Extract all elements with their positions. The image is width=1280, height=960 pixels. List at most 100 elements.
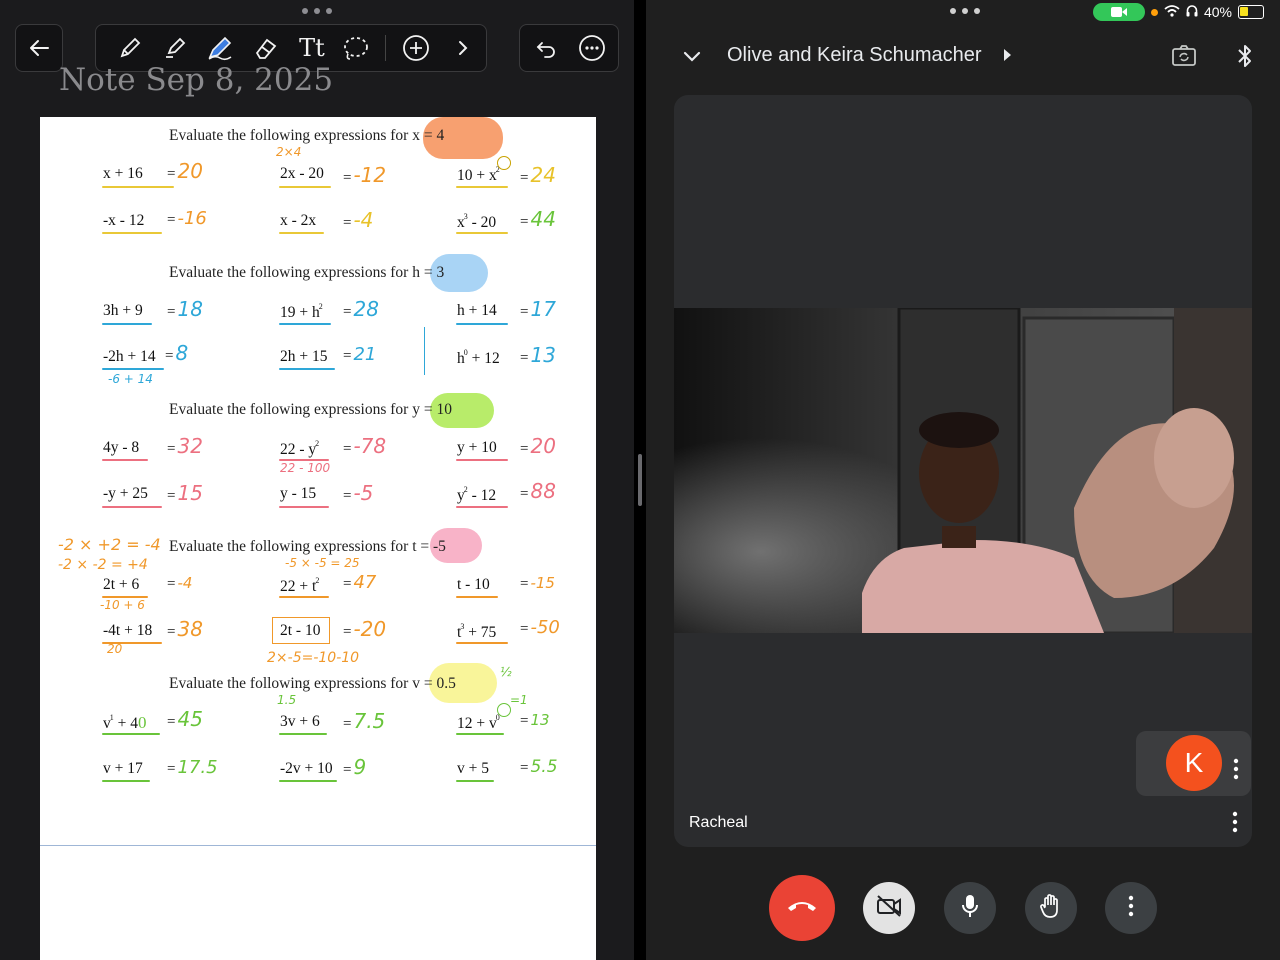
answer: = -50 [520,617,560,638]
handwritten-work: -5 × -5 = 25 [285,556,360,570]
more-vert-icon[interactable] [1233,758,1239,785]
mic-icon [959,893,981,924]
expression: t3 + 75 [457,622,497,641]
video-call-pane: 40% Olive and Keira Schumacher Racheal K [646,0,1280,960]
undo-icon[interactable] [526,25,566,71]
toolbar-divider [385,35,386,61]
answer: = -5 [343,481,374,505]
underline [279,232,324,234]
answer: = 44 [520,207,556,231]
battery-percent: 40% [1203,4,1232,20]
expression: y - 15 [280,485,317,502]
answer: = 13 [520,343,556,367]
raise-hand-icon [1039,892,1063,925]
status-bar: 40% [1092,2,1264,22]
underline [279,506,329,508]
battery-icon [1238,5,1264,19]
answer: = 18 [167,297,203,321]
wifi-icon [1164,4,1180,20]
avatar: K [1166,735,1222,791]
worksheet-page[interactable]: Evaluate the following expressions for x… [40,117,596,960]
bluetooth-icon[interactable] [1235,42,1255,75]
self-view-tile[interactable]: K [1136,731,1251,796]
multitasking-handle[interactable] [302,5,332,17]
expression: -4t + 18 [103,622,153,639]
camera-in-use-icon [1092,3,1145,21]
section-heading-x: Evaluate the following expressions for x… [169,127,445,144]
expression: x - 2x [280,212,317,229]
expression: h + 14 [457,302,497,319]
chevron-down-icon[interactable] [680,44,704,73]
expression: 2h + 15 [280,348,328,365]
multitasking-handle[interactable] [950,5,980,17]
camera-off-icon [875,894,903,923]
answer: = 9 [343,755,367,779]
switch-camera-icon[interactable] [1171,44,1197,73]
section-heading-y: Evaluate the following expressions for y… [169,401,452,418]
camera-toggle-button[interactable] [863,882,915,934]
more-options-button[interactable] [1105,882,1157,934]
answer: = 24 [520,163,556,187]
underline [456,733,504,735]
expression: 2x - 20 [280,165,324,182]
answer: = 5.5 [520,757,558,777]
handwritten-work: 22 - 100 [280,461,331,475]
answer: = 38 [167,617,203,641]
answer: = 88 [520,479,556,503]
underline [456,596,498,598]
answer: = 32 [167,434,203,458]
expression: h0 + 12 [457,348,500,367]
add-icon[interactable] [396,25,436,71]
underline [279,186,331,188]
back-button[interactable] [15,24,63,72]
handwritten-work: 2×-5=-10-10 [267,650,360,666]
lasso-icon[interactable] [336,25,376,71]
underline [102,368,164,370]
notes-pane: Tt Note Sep 8, 2025 Evaluate the followi… [0,0,634,960]
end-call-button[interactable] [769,875,835,941]
underline [279,780,337,782]
caret-right-icon[interactable] [1004,49,1011,61]
action-buttons [519,24,619,72]
raise-hand-button[interactable] [1025,882,1077,934]
answer: = 45 [167,707,203,731]
handwritten-work: -6 + 14 [108,372,153,386]
underline [279,368,335,370]
section-heading-t: Evaluate the following expressions for t… [169,538,446,555]
expression: v1 + 40 [103,713,147,732]
handwritten-work: 1.5 [277,693,297,707]
answer: = -78 [343,434,387,458]
more-icon[interactable] [572,25,612,71]
underline [456,780,494,782]
arrow-left-icon [19,25,59,71]
expression: 2t + 6 [103,576,140,593]
answer: = 13 [520,711,550,729]
participant-video [674,308,1252,633]
expression: v + 5 [457,760,489,777]
underline [279,596,329,598]
handwritten-work: =1 [510,693,528,707]
answer: = -16 [167,208,207,229]
expression: -2v + 10 [280,760,333,777]
participant-name: Racheal [689,814,748,831]
handwritten-mark [424,327,432,375]
underline [102,232,162,234]
circle-mark [497,703,511,717]
answer: = 28 [343,297,379,321]
expression: 19 + h2 [280,302,323,321]
expression: 12 + v0 [457,713,500,732]
answer: = 17 [520,297,556,321]
section-heading-h: Evaluate the following expressions for h… [169,264,445,281]
expression: 4y - 8 [103,439,140,456]
call-title[interactable]: Olive and Keira Schumacher [727,44,982,67]
expression: 3v + 6 [280,713,320,730]
chevron-right-icon[interactable] [443,25,483,71]
answer: = -4 [343,208,374,232]
answer: = 47 [343,572,377,593]
handwritten-work: ½ [500,665,512,679]
call-header: Olive and Keira Schumacher [646,36,1280,78]
more-vert-icon[interactable] [1232,811,1238,838]
microphone-button[interactable] [944,882,996,934]
split-view-handle[interactable] [638,454,642,506]
answer: = 20 [167,159,203,183]
